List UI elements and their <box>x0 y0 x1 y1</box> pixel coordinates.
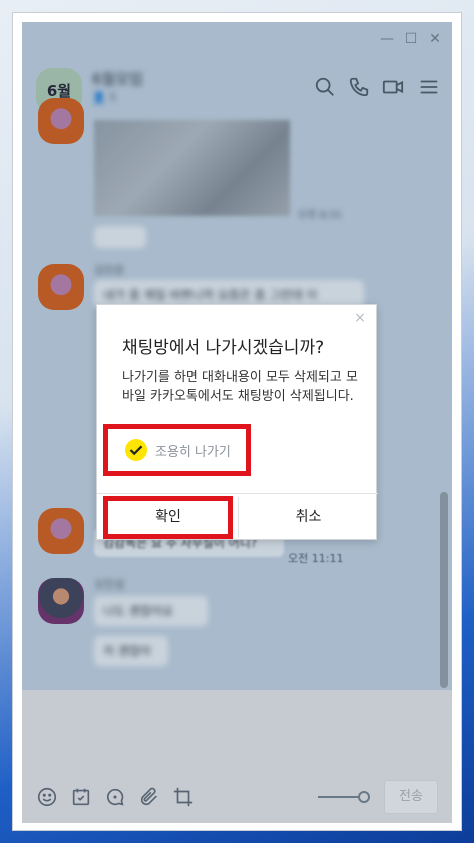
highlight-box: 확인 <box>103 496 233 539</box>
dialog-message: 나가기를 하면 대화내용이 모두 삭제되고 모바일 카카오톡에서도 채팅방이 삭… <box>122 370 358 404</box>
dialog-close-icon[interactable]: × <box>352 310 368 326</box>
quiet-leave-label[interactable]: 조용히 나가기 <box>155 441 231 460</box>
quiet-leave-checkbox[interactable] <box>125 439 147 461</box>
cancel-button[interactable]: 취소 <box>238 497 378 537</box>
highlight-box: 조용히 나가기 <box>103 424 251 476</box>
leave-chat-dialog: × 채팅방에서 나가시겠습니까? 나가기를 하면 대화내용이 모두 삭제되고 모… <box>96 304 378 540</box>
confirm-button[interactable]: 확인 <box>108 501 228 534</box>
dialog-divider <box>97 493 378 494</box>
dialog-title: 채팅방에서 나가시겠습니까? <box>122 338 325 358</box>
